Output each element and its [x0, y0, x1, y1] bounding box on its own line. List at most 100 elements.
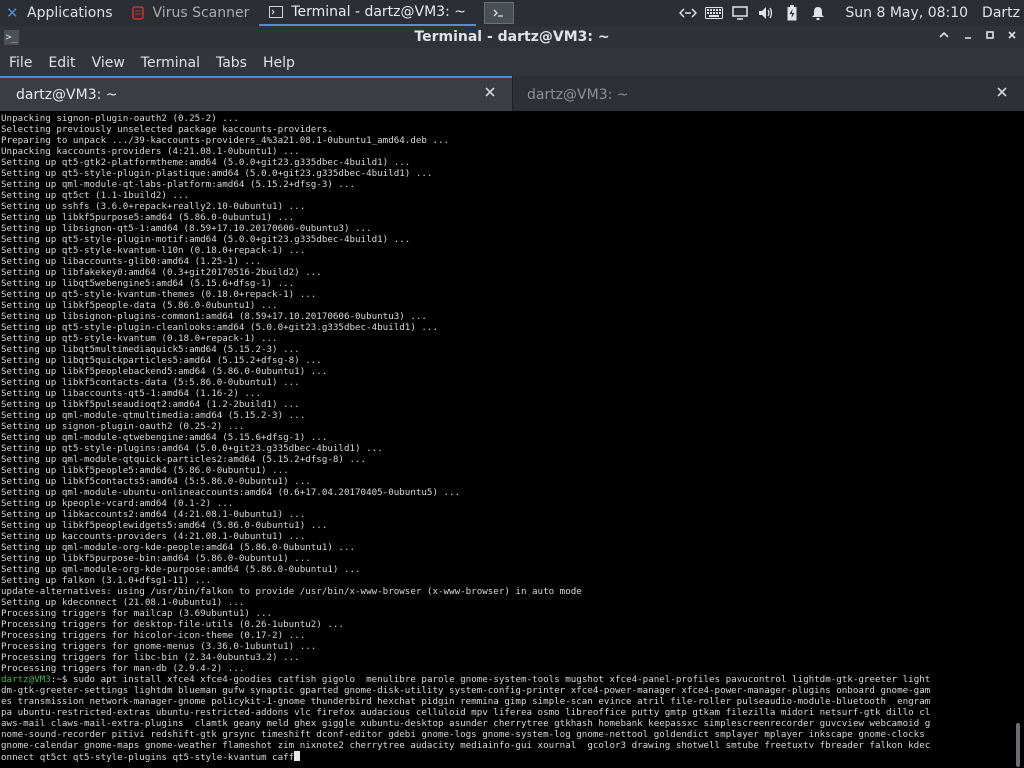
network-icon[interactable] [678, 3, 698, 23]
user-menu[interactable]: Dartz [982, 5, 1020, 21]
tab-bar: dartz@VM3: ~ dartz@VM3: ~ [0, 76, 1024, 111]
terminal-output-line: Setting up libfakekey0:amd64 (0.3+git201… [1, 267, 322, 278]
terminal-output-line: Processing triggers for man-db (2.9.4-2)… [1, 663, 245, 674]
menu-edit[interactable]: Edit [40, 55, 83, 71]
terminal-output-line: Setting up qt5-gtk2-platformtheme:amd64 … [1, 157, 411, 168]
terminal-output-line: Setting up libsignon-qt5-1:amd64 (8.59+1… [1, 223, 372, 234]
tab-label: dartz@VM3: ~ [527, 87, 629, 103]
terminal-launcher-button[interactable] [483, 2, 514, 24]
tab-label: dartz@VM3: ~ [16, 87, 118, 103]
terminal-output-line: Setting up qml-module-org-kde-people:amd… [1, 542, 356, 553]
terminal-output-line: Setting up falkon (3.1.0+dfsg1-11) ... [1, 575, 212, 586]
chevron-up-icon [939, 31, 949, 38]
terminal-output-line: Setting up libkf5pulseaudioqt2:amd64 (1.… [1, 399, 300, 410]
terminal-output-line: Unpacking kaccounts-providers (4:21.08.1… [1, 146, 300, 157]
terminal-output-line: Setting up qml-module-org-kde-purpose:am… [1, 564, 361, 575]
terminal-command-line: onnect qt5ct qt5-style-plugins qt5-style… [1, 752, 295, 763]
terminal-output-line: update-alternatives: using /usr/bin/falk… [1, 586, 582, 597]
menu-file[interactable]: File [0, 55, 40, 71]
display-icon[interactable] [730, 3, 750, 23]
minimize-button[interactable] [934, 28, 954, 48]
terminal-output-line: Setting up libkf5contacts-data (5:5.86.0… [1, 377, 300, 388]
terminal-output-line: Setting up qt5-style-plugins:amd64 (5.0.… [1, 443, 383, 454]
terminal-launcher-icon [493, 9, 503, 17]
terminal-output-line: Setting up qml-module-qt-labs-platform:a… [1, 179, 356, 190]
terminal-output-line: Processing triggers for gnome-menus (3.3… [1, 641, 317, 652]
close-icon [997, 87, 1007, 97]
terminal-output-line: Setting up libqt5webengine5:amd64 (5.15.… [1, 278, 295, 289]
terminal-output[interactable]: Unpacking signon-plugin-oauth2 (0.25-2) … [0, 111, 1012, 768]
terminal-scrollbar[interactable] [1012, 111, 1024, 768]
clock[interactable]: Sun 8 May, 08:10 [845, 5, 968, 21]
volume-icon[interactable] [756, 3, 776, 23]
menu-view[interactable]: View [84, 55, 133, 71]
terminal-output-line: Setting up qml-module-qtwebengine:amd64 … [1, 432, 328, 443]
text-cursor [294, 751, 301, 761]
tab-1[interactable]: dartz@VM3: ~ [0, 76, 512, 111]
tab-close-button[interactable] [482, 86, 498, 102]
terminal-output-line: Setting up kaccounts-providers (4:21.08.… [1, 531, 306, 542]
virus-scanner-icon [131, 6, 145, 20]
terminal-output-line: Setting up libkf5peoplebackend5:amd64 (5… [1, 366, 328, 377]
terminal-output-line: Processing triggers for desktop-file-uti… [1, 619, 344, 630]
menu-terminal[interactable]: Terminal [133, 55, 208, 71]
menu-tabs[interactable]: Tabs [208, 55, 255, 71]
tab-close-button[interactable] [994, 86, 1010, 102]
terminal-output-line: Setting up signon-plugin-oauth2 (0.25-2)… [1, 421, 245, 432]
maximize-button[interactable] [980, 28, 1000, 48]
terminal-output-line: Setting up libkf5purpose-bin:amd64 (5.86… [1, 553, 311, 564]
minimize-line-icon [965, 37, 971, 39]
terminal-output-line: Setting up libkf5contacts5:amd64 (5:5.86… [1, 476, 311, 487]
scrollbar-thumb[interactable] [1016, 723, 1020, 767]
terminal-output-line: Setting up libaccounts-qt5-1:amd64 (1.16… [1, 388, 261, 399]
terminal-output-line: Setting up qt5ct (1.1-1build2) ... [1, 190, 190, 201]
terminal-output-line: Setting up qml-module-qtmultimedia:amd64… [1, 410, 306, 421]
terminal-output-line: Setting up qt5-style-kvantum-l10n (0.18.… [1, 245, 306, 256]
terminal-command-line: gnome-calendar gnome-maps gnome-weather … [1, 740, 931, 751]
shade-button[interactable] [958, 28, 978, 48]
menu-help[interactable]: Help [255, 55, 303, 71]
terminal-output-line: Preparing to unpack .../39-kaccounts-pro… [1, 135, 450, 146]
notification-bell-icon[interactable] [808, 3, 828, 23]
terminal-command-line: aws-mail claws-mail-extra-plugins clamtk… [1, 718, 931, 729]
keyboard-icon[interactable] [704, 3, 724, 23]
window-title: Terminal - dartz@VM3: ~ [414, 29, 610, 45]
terminal-output-line: Setting up libqt5quickparticles5:amd64 (… [1, 355, 322, 366]
applications-label: Applications [27, 5, 113, 21]
window-titlebar[interactable]: >_ Terminal - dartz@VM3: ~ [0, 26, 1024, 50]
terminal-output-line: Setting up libsignon-plugins-common1:amd… [1, 311, 427, 322]
terminal-output-line: Setting up sshfs (3.6.0+repack+really2.1… [1, 201, 306, 212]
terminal-output-line: Setting up qt5-style-plugin-plastique:am… [1, 168, 433, 179]
terminal-output-line: Setting up qml-module-qtquick-particles2… [1, 454, 367, 465]
terminal-output-line: Processing triggers for libc-bin (2.34-0… [1, 652, 300, 663]
taskbar-item-terminal[interactable]: Terminal - dartz@VM3: ~ [259, 0, 476, 26]
terminal-output-line: Processing triggers for mailcap (3.69ubu… [1, 608, 273, 619]
close-icon [485, 87, 495, 97]
terminal-small-icon [269, 5, 284, 19]
terminal-command-line: nome-sound-recorder pitivi redshift-gtk … [1, 729, 925, 740]
terminal-output-line: Setting up kpeople-vcard:amd64 (0.1-2) .… [1, 498, 234, 509]
applications-menu-button[interactable]: ✕ Applications [0, 0, 121, 26]
taskbar-item-label: Terminal - dartz@VM3: ~ [291, 4, 466, 20]
tab-2[interactable]: dartz@VM3: ~ [512, 76, 1024, 111]
terminal-output-line: Setting up libaccounts-glib0:amd64 (1.25… [1, 256, 261, 267]
terminal-command-line: sudo apt install xfce4 xfce4-goodies cat… [72, 674, 931, 685]
terminal-output-line: Setting up qt5-style-plugin-motif:amd64 … [1, 234, 411, 245]
terminal-output-line: Setting up libkf5people5:amd64 (5.86.0-0… [1, 465, 289, 476]
close-window-button[interactable] [1002, 28, 1022, 48]
terminal-output-line: Setting up libqt5multimediaquick5:amd64 … [1, 344, 300, 355]
menu-bar: File Edit View Terminal Tabs Help [0, 50, 1024, 76]
terminal-output-line: Setting up libkf5peoplewidgets5:amd64 (5… [1, 520, 328, 531]
battery-icon[interactable] [782, 3, 802, 23]
terminal-output-line: Setting up libkaccounts2:amd64 (4:21.08.… [1, 509, 306, 520]
terminal-output-line: Selecting previously unselected package … [1, 124, 333, 135]
terminal-output-line: Setting up qt5-style-kvantum (0.18.0+rep… [1, 333, 278, 344]
taskbar-item-virus-scanner[interactable]: Virus Scanner [121, 0, 260, 26]
terminal-output-line: Setting up kdeconnect (21.08.1-0ubuntu1)… [1, 597, 245, 608]
terminal-command-line: dm-gtk-greeter-settings lightdm blueman … [1, 685, 931, 696]
terminal-output-line: Setting up qml-module-ubuntu-onlineaccou… [1, 487, 461, 498]
terminal-output-line: Processing triggers for hicolor-icon-the… [1, 630, 306, 641]
terminal-output-line: Setting up libkf5people-data (5.86.0-0ub… [1, 300, 278, 311]
terminal-output-line: Setting up libkf5purpose5:amd64 (5.86.0-… [1, 212, 295, 223]
terminal-prompt-suffix: :~$ [50, 674, 73, 685]
